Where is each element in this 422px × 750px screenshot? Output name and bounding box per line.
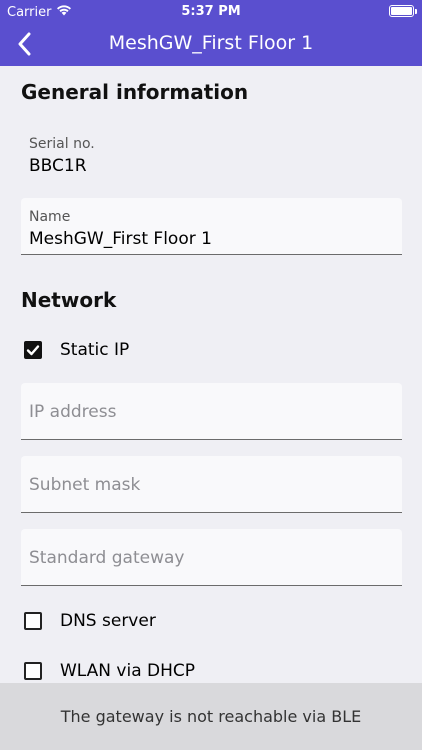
connection-status-banner: The gateway is not reachable via BLE	[0, 683, 422, 750]
status-bar: Carrier 5:37 PM	[0, 0, 422, 22]
ip-address-field[interactable]	[21, 383, 402, 440]
wlan-dhcp-label: WLAN via DHCP	[60, 661, 196, 681]
subnet-mask-input[interactable]	[29, 472, 389, 498]
name-value[interactable]: MeshGW_First Floor 1	[29, 229, 212, 249]
dns-server-label: DNS server	[60, 611, 156, 631]
name-field[interactable]: Name MeshGW_First Floor 1	[21, 198, 402, 255]
checkmark-icon	[26, 345, 40, 356]
general-information-heading: General information	[21, 80, 249, 104]
static-ip-checkbox-row[interactable]: Static IP	[24, 340, 129, 360]
name-label: Name	[29, 209, 71, 225]
standard-gateway-input[interactable]	[29, 545, 389, 571]
serial-number-field: Serial no. BBC1R	[29, 136, 95, 176]
connection-status-message: The gateway is not reachable via BLE	[60, 707, 362, 726]
serial-number-label: Serial no.	[29, 136, 95, 152]
page-title: MeshGW_First Floor 1	[108, 32, 314, 54]
static-ip-label: Static IP	[60, 340, 130, 360]
dns-server-checkbox-row[interactable]: DNS server	[24, 611, 156, 631]
status-time: 5:37 PM	[181, 4, 241, 19]
navigation-bar: MeshGW_First Floor 1	[0, 22, 422, 66]
battery-icon	[389, 5, 417, 17]
network-heading: Network	[21, 288, 117, 312]
top-bar: Carrier 5:37 PM MeshGW_First Floor 1	[0, 0, 422, 66]
wlan-dhcp-checkbox[interactable]	[24, 662, 42, 680]
ip-address-input[interactable]	[29, 399, 389, 425]
standard-gateway-field[interactable]	[21, 529, 402, 586]
subnet-mask-field[interactable]	[21, 456, 402, 513]
serial-number-value: BBC1R	[29, 156, 87, 176]
static-ip-checkbox[interactable]	[24, 341, 42, 359]
dns-server-checkbox[interactable]	[24, 612, 42, 630]
wlan-dhcp-checkbox-row[interactable]: WLAN via DHCP	[24, 661, 195, 681]
